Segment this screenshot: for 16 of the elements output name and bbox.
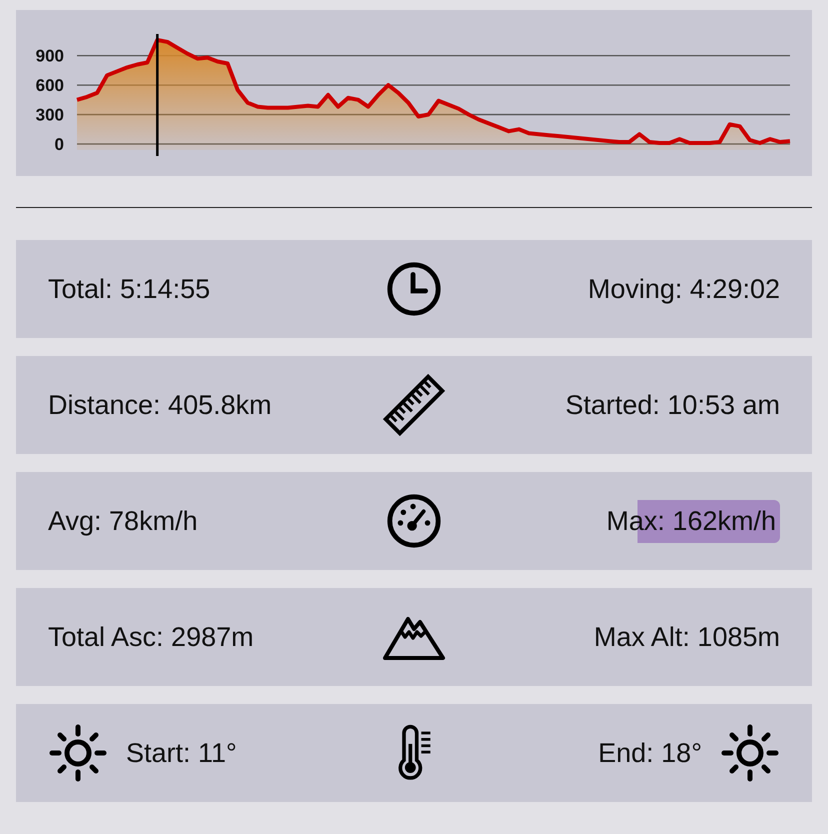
ruler-icon [382,373,446,437]
stat-label: Max Alt: 1085m [594,622,780,652]
stat-label: End: 18° [598,738,702,768]
stat-label: Total Asc: 2987m [48,622,254,652]
y-tick-label: 900 [36,46,64,66]
y-tick-label: 300 [36,106,64,125]
speedometer-icon [385,492,443,550]
stat-label: Start: 11° [126,738,237,768]
clock-icon [385,260,443,318]
y-tick-label: 600 [36,76,64,96]
stat-label: Started: 10:53 am [565,390,780,420]
stat-label: Moving: 4:29:02 [588,274,780,304]
stat-label: Distance: 405.8km [48,390,272,420]
stat-label: Total: 5:14:55 [48,274,210,304]
y-tick-label: 0 [54,135,64,154]
stat-label: Avg: 78km/h [48,506,198,536]
